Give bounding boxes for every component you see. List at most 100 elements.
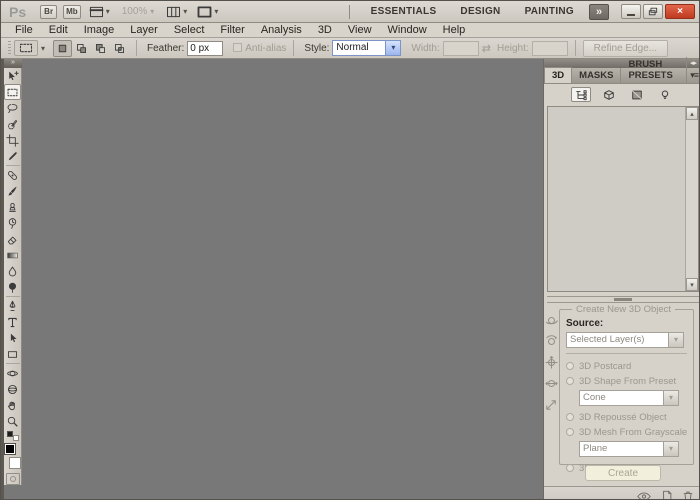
swap-dimensions-icon[interactable]: ⇄: [482, 42, 491, 55]
3d-object-rotate-icon[interactable]: [544, 313, 559, 328]
tool-preset-picker[interactable]: [14, 40, 38, 56]
menu-file[interactable]: File: [7, 24, 41, 36]
collapse-to-icons-button[interactable]: ◂▸: [690, 60, 697, 67]
close-button[interactable]: ×: [665, 4, 695, 19]
width-input[interactable]: [442, 40, 479, 56]
shape-preset-dropdown[interactable]: Cone ▾: [579, 390, 679, 406]
3d-scene-list[interactable]: ▴ ▾: [547, 106, 699, 292]
scrollbar[interactable]: ▴ ▾: [685, 107, 698, 291]
style-dropdown[interactable]: Normal ▾: [332, 40, 402, 56]
menu-window[interactable]: Window: [380, 24, 435, 36]
tool-type[interactable]: [4, 314, 21, 330]
menu-filter[interactable]: Filter: [212, 24, 252, 36]
option-3d-shape-from-preset[interactable]: 3D Shape From Preset: [566, 374, 687, 388]
3d-object-scale-icon[interactable]: [544, 397, 559, 412]
workspace-essentials[interactable]: ESSENTIALS: [362, 6, 446, 17]
grayscale-mesh-dropdown[interactable]: Plane ▾: [579, 441, 679, 457]
menu-help[interactable]: Help: [435, 24, 474, 36]
tool-spot-healing-brush[interactable]: [4, 167, 21, 183]
3d-object-slide-icon[interactable]: [544, 376, 559, 391]
tab-3d[interactable]: 3D: [544, 67, 573, 83]
height-input[interactable]: [531, 40, 568, 56]
option-3d-postcard[interactable]: 3D Postcard: [566, 359, 687, 373]
default-background-icon: [12, 435, 19, 441]
tool-quick-selection[interactable]: [4, 116, 21, 132]
tool-zoom[interactable]: [4, 413, 21, 429]
drag-grip[interactable]: [8, 41, 11, 55]
tab-brush-presets[interactable]: BRUSH PRESETS: [621, 57, 688, 83]
tab-masks[interactable]: MASKS: [572, 68, 622, 83]
tool-lasso[interactable]: [4, 100, 21, 116]
tool-crop[interactable]: [4, 132, 21, 148]
panel-splitter[interactable]: [547, 296, 699, 303]
materials-filter-button[interactable]: [627, 87, 647, 102]
option-3d-mesh-from-grayscale[interactable]: 3D Mesh From Grayscale: [566, 425, 687, 439]
launch-bridge-button[interactable]: Br: [40, 4, 58, 19]
tool-hand[interactable]: [4, 397, 21, 413]
toggle-visibility-icon[interactable]: [636, 491, 652, 500]
tool-eyedropper[interactable]: [4, 148, 21, 164]
tool-eraser[interactable]: [4, 231, 21, 247]
intersect-selection-button[interactable]: [110, 40, 129, 57]
menu-edit[interactable]: Edit: [41, 24, 76, 36]
add-to-selection-button[interactable]: [72, 40, 91, 57]
menu-image[interactable]: Image: [76, 24, 123, 36]
toolbar-collapse-button[interactable]: »: [3, 59, 22, 68]
3d-object-pan-icon[interactable]: [544, 355, 559, 370]
tool-history-brush[interactable]: [4, 215, 21, 231]
scroll-up-button[interactable]: ▴: [686, 107, 698, 120]
create-new-3d-object-group: Create New 3D Object Source: Selected La…: [559, 304, 695, 474]
background-color-swatch[interactable]: [9, 457, 21, 469]
delete-icon[interactable]: [682, 490, 694, 500]
option-3d-repousse-object[interactable]: 3D Repoussé Object: [566, 410, 687, 424]
menu-layer[interactable]: Layer: [122, 24, 166, 36]
feather-label: Feather:: [147, 42, 185, 54]
subtract-from-selection-button[interactable]: [91, 40, 110, 57]
tool-rectangular-marquee[interactable]: [4, 84, 21, 100]
workspace-painting[interactable]: PAINTING: [516, 6, 583, 17]
tool-brush[interactable]: [4, 183, 21, 199]
document-canvas-area[interactable]: [22, 59, 543, 499]
scene-filter-button[interactable]: [571, 87, 591, 102]
tool-move[interactable]: [4, 68, 21, 84]
menu-select[interactable]: Select: [166, 24, 213, 36]
meshes-filter-button[interactable]: [599, 87, 619, 102]
panel-menu-button[interactable]: ▾≡: [690, 70, 699, 81]
screen-mode-button[interactable]: ▾: [195, 4, 220, 20]
minimize-button[interactable]: [621, 4, 641, 19]
foreground-color-swatch[interactable]: [4, 443, 16, 455]
menu-3d[interactable]: 3D: [310, 24, 340, 36]
new-item-icon[interactable]: [661, 490, 673, 500]
tool-rectangle[interactable]: [4, 346, 21, 362]
selection-mode-buttons: [53, 39, 129, 57]
tool-gradient[interactable]: [4, 247, 21, 263]
tool-pen[interactable]: [4, 298, 21, 314]
tool-3d-orbit[interactable]: [4, 381, 21, 397]
quick-mask-mode-button[interactable]: [5, 473, 20, 485]
scroll-down-button[interactable]: ▾: [686, 278, 698, 291]
zoom-level-control[interactable]: 100% ▾: [122, 6, 155, 17]
tool-3d-rotate[interactable]: [4, 365, 21, 381]
new-selection-button[interactable]: [53, 39, 73, 57]
restore-button[interactable]: [643, 4, 663, 19]
style-label: Style:: [304, 42, 330, 54]
arrange-documents-button[interactable]: ▾: [87, 4, 112, 20]
tool-blur[interactable]: [4, 263, 21, 279]
tool-clone-stamp[interactable]: [4, 199, 21, 215]
workspace-overflow-button[interactable]: »: [589, 3, 609, 20]
tool-path-selection[interactable]: [4, 330, 21, 346]
default-colors-control[interactable]: [6, 431, 19, 441]
workspace-design[interactable]: DESIGN: [451, 6, 509, 17]
3d-object-roll-icon[interactable]: [544, 334, 559, 349]
divider: [136, 40, 138, 56]
source-dropdown[interactable]: Selected Layer(s) ▾: [566, 332, 684, 348]
view-extras-button[interactable]: ▾: [164, 4, 189, 20]
feather-input[interactable]: [187, 40, 224, 56]
menu-view[interactable]: View: [340, 24, 380, 36]
launch-mini-bridge-button[interactable]: Mb: [63, 4, 81, 19]
create-button[interactable]: Create: [585, 465, 661, 481]
menu-analysis[interactable]: Analysis: [253, 24, 310, 36]
lights-filter-button[interactable]: [655, 87, 675, 102]
tool-dodge[interactable]: [4, 279, 21, 295]
refine-edge-button[interactable]: Refine Edge...: [582, 39, 669, 57]
